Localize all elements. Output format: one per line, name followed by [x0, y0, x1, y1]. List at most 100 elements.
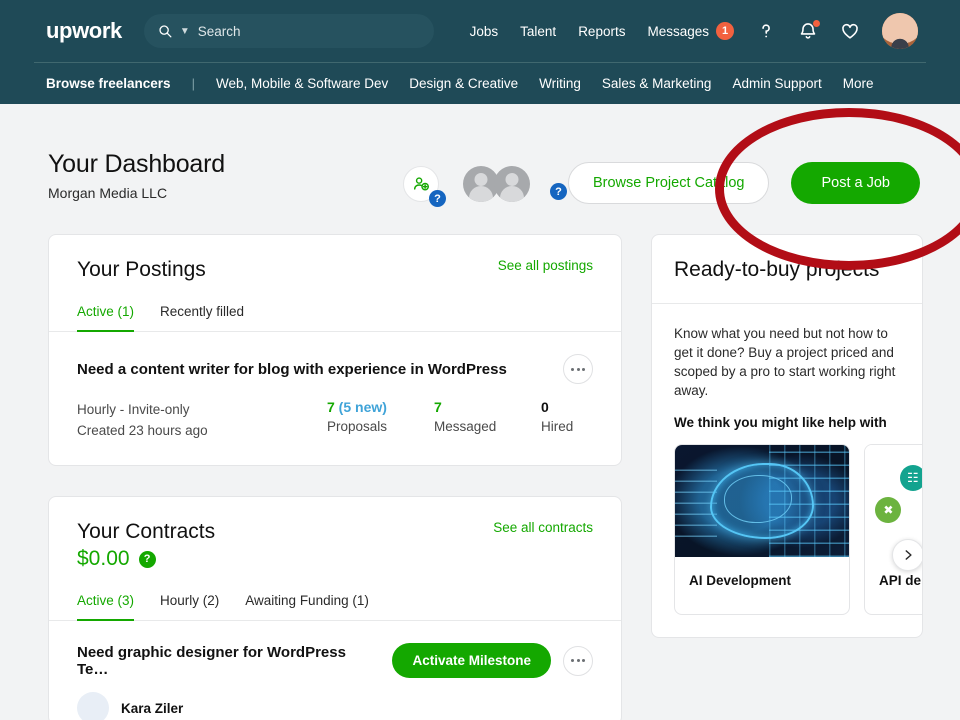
search-bar[interactable]: ▼ Search: [143, 14, 434, 48]
stat-messaged-label: Messaged: [434, 419, 497, 434]
nav-link-talent[interactable]: Talent: [520, 24, 556, 39]
team-members-avatars[interactable]: [462, 166, 530, 202]
nav-category-writing[interactable]: Writing: [539, 76, 581, 91]
ready-to-buy-description: Know what you need but not how to get it…: [674, 326, 896, 398]
contract-title[interactable]: Need graphic designer for WordPress Te…: [77, 644, 380, 678]
stat-hired[interactable]: 0 Hired: [541, 399, 621, 441]
postings-card-header: Your Postings See all postings: [49, 235, 621, 282]
ready-to-buy-title: Ready-to-buy projects: [674, 258, 880, 281]
project-card-ai-development[interactable]: AI Development: [674, 444, 850, 615]
contracts-amount-row: $0.00 ?: [49, 544, 621, 571]
post-a-job-button[interactable]: Post a Job: [791, 162, 920, 204]
project-card-api-development[interactable]: ☷ ✖ API de: [864, 444, 922, 615]
posting-details-row: Hourly - Invite-only Created 23 hours ag…: [77, 399, 593, 441]
nav-category-admin-support[interactable]: Admin Support: [732, 76, 821, 91]
posting-item: Need a content writer for blog with expe…: [49, 332, 621, 465]
contracts-card-header: Your Contracts See all contracts: [49, 497, 621, 544]
stat-messaged[interactable]: 7 Messaged: [434, 399, 541, 441]
ready-to-buy-header: Ready-to-buy projects: [652, 235, 922, 304]
main-content: Your Postings See all postings Active (1…: [0, 204, 960, 720]
stat-proposals-value: 7 (5 new): [327, 399, 387, 415]
contracts-tabs: Active (3) Hourly (2) Awaiting Funding (…: [49, 571, 621, 621]
upwork-dashboard-screen: upwork ▼ Search Jobs Talent Reports Mess…: [0, 0, 960, 720]
your-postings-card: Your Postings See all postings Active (1…: [48, 234, 622, 466]
top-navigation-bar: upwork ▼ Search Jobs Talent Reports Mess…: [0, 0, 960, 104]
nav-link-reports[interactable]: Reports: [578, 24, 625, 39]
see-all-contracts-link[interactable]: See all contracts: [493, 520, 593, 535]
contract-freelancer: Kara Ziler: [49, 678, 621, 720]
messages-label[interactable]: Messages: [647, 24, 709, 39]
member-avatar: [493, 166, 530, 202]
nav-category-sales-marketing[interactable]: Sales & Marketing: [602, 76, 712, 91]
posting-created: Created 23 hours ago: [77, 423, 208, 438]
nav-browse-freelancers[interactable]: Browse freelancers: [46, 76, 171, 91]
tab-contracts-awaiting-funding[interactable]: Awaiting Funding (1): [245, 593, 369, 621]
nav-category-web-mobile-software-dev[interactable]: Web, Mobile & Software Dev: [216, 76, 388, 91]
ready-to-buy-subheading: We think you might like help with: [674, 415, 887, 430]
bell-notification-dot: [813, 20, 820, 27]
nav-primary-row: upwork ▼ Search Jobs Talent Reports Mess…: [0, 0, 960, 62]
search-input[interactable]: Search: [198, 24, 241, 39]
contracts-amount: $0.00: [77, 547, 130, 570]
right-column: Ready-to-buy projects Know what you need…: [651, 234, 923, 638]
tab-postings-recently-filled[interactable]: Recently filled: [160, 304, 244, 332]
nav-link-jobs[interactable]: Jobs: [470, 24, 499, 39]
company-name: Morgan Media LLC: [48, 185, 168, 201]
messages-count-badge: 1: [716, 22, 734, 40]
nav-separator: |: [191, 76, 195, 91]
see-all-postings-link[interactable]: See all postings: [498, 258, 593, 273]
stat-messaged-value: 7: [434, 399, 442, 415]
ai-brain-circuit-icon: [675, 445, 849, 557]
tab-contracts-hourly[interactable]: Hourly (2): [160, 593, 219, 621]
search-icon: [159, 25, 172, 38]
left-column: Your Postings See all postings Active (1…: [48, 234, 622, 720]
ready-to-buy-body: Know what you need but not how to get it…: [652, 304, 922, 637]
contracts-title: Your Contracts: [77, 520, 216, 543]
chevron-down-icon[interactable]: ▼: [180, 26, 190, 37]
postings-tabs: Active (1) Recently filled: [49, 282, 621, 332]
header-action-buttons: Browse Project Catalog Post a Job: [567, 162, 920, 204]
contract-more-options-icon[interactable]: [563, 645, 593, 676]
avatar-image: [882, 13, 918, 49]
stat-hired-value: 0: [541, 399, 549, 415]
project-carousel: AI Development ☷ ✖ API de: [674, 444, 922, 615]
posting-title[interactable]: Need a content writer for blog with expe…: [77, 361, 507, 378]
nav-link-messages[interactable]: Messages 1: [647, 22, 734, 40]
chevron-right-icon[interactable]: [892, 539, 922, 571]
bell-icon[interactable]: [798, 20, 820, 41]
nav-category-design-creative[interactable]: Design & Creative: [409, 76, 518, 91]
browse-project-catalog-button[interactable]: Browse Project Catalog: [567, 162, 770, 204]
nav-category-row: Browse freelancers | Web, Mobile & Softw…: [0, 63, 960, 104]
upwork-logo[interactable]: upwork: [46, 18, 122, 44]
heart-icon[interactable]: [840, 21, 860, 41]
freelancer-avatar: [77, 692, 109, 720]
tab-postings-active[interactable]: Active (1): [77, 304, 135, 332]
team-controls: ? ?: [402, 166, 567, 207]
nav-category-more[interactable]: More: [843, 76, 874, 91]
posting-header-row: Need a content writer for blog with expe…: [77, 354, 593, 384]
invite-help-badge[interactable]: ?: [428, 190, 446, 207]
help-icon[interactable]: [756, 21, 776, 41]
contract-actions: Activate Milestone: [392, 643, 593, 678]
tab-contracts-active[interactable]: Active (3): [77, 593, 135, 621]
freelancer-name[interactable]: Kara Ziler: [121, 701, 183, 716]
page-title: Your Dashboard: [48, 150, 225, 178]
activate-milestone-button[interactable]: Activate Milestone: [392, 643, 551, 678]
contracts-amount-help-icon[interactable]: ?: [138, 550, 156, 568]
invite-member-button[interactable]: ?: [402, 166, 446, 207]
stat-proposals[interactable]: 7 (5 new) Proposals: [327, 399, 434, 441]
page-header: Your Dashboard Morgan Media LLC ? ? Brow…: [0, 104, 960, 207]
project-name: AI Development: [689, 573, 792, 588]
your-contracts-card: Your Contracts See all contracts $0.00 ?…: [48, 496, 622, 720]
ready-to-buy-card: Ready-to-buy projects Know what you need…: [651, 234, 923, 638]
nav-links: Jobs Talent Reports Messages 1: [470, 13, 940, 49]
avatar[interactable]: [882, 13, 918, 49]
stat-hired-label: Hired: [541, 419, 574, 434]
add-person-icon: [413, 177, 429, 191]
contract-item: Need graphic designer for WordPress Te… …: [49, 621, 621, 678]
posting-meta: Hourly - Invite-only Created 23 hours ag…: [77, 399, 327, 441]
posting-more-options-icon[interactable]: [563, 354, 593, 384]
page-title-group: Your Dashboard Morgan Media LLC: [48, 150, 225, 201]
members-help-badge[interactable]: ?: [549, 183, 567, 200]
postings-title: Your Postings: [77, 258, 206, 281]
